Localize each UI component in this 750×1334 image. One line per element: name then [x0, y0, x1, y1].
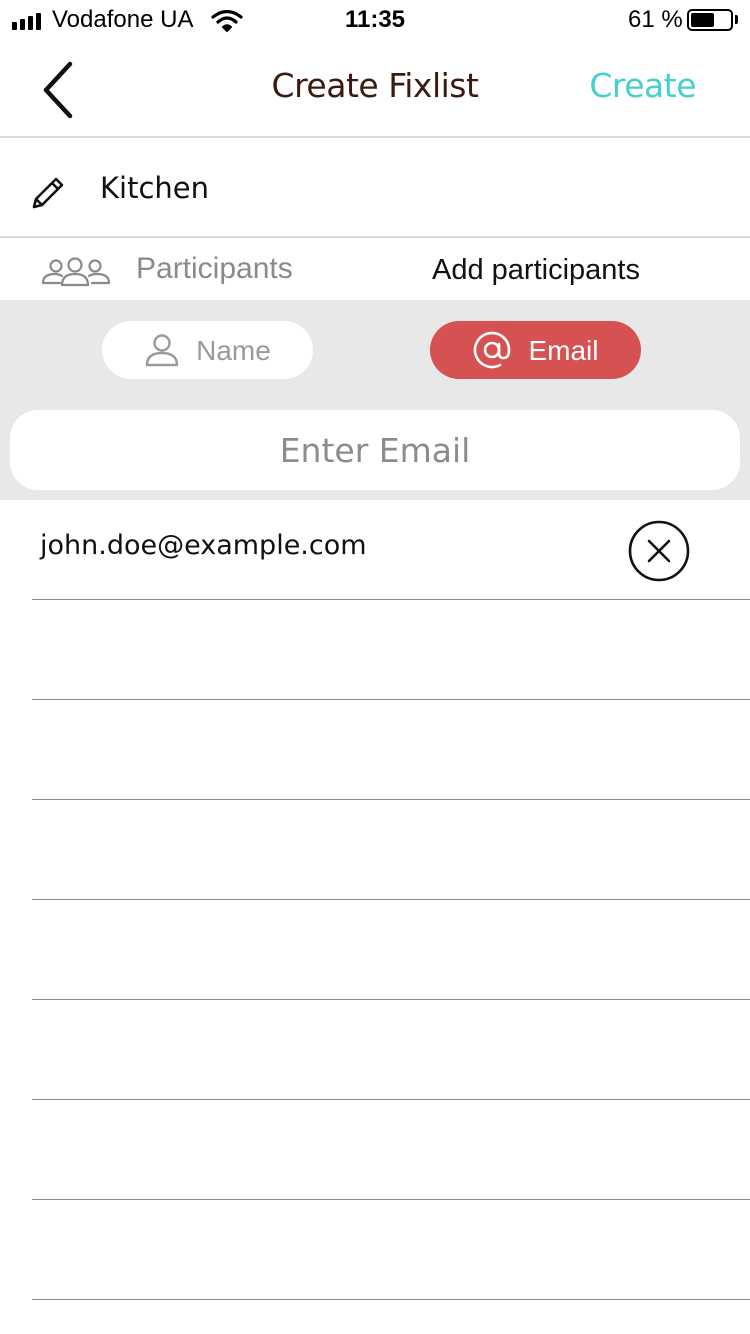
name-mode-toggle[interactable]: Name: [102, 321, 313, 379]
person-icon: [145, 334, 179, 367]
fixlist-name-row: [0, 140, 750, 238]
battery-tip: [735, 15, 738, 24]
battery-icon: [687, 9, 733, 31]
close-circle-icon[interactable]: [628, 520, 690, 582]
at-sign-icon: [474, 331, 511, 369]
battery-level: [691, 13, 714, 27]
participants-label: Participants: [136, 252, 293, 285]
email-mode-toggle[interactable]: Email: [430, 321, 641, 379]
fixlist-name-input[interactable]: [100, 166, 700, 210]
battery-percent: 61 %: [628, 6, 683, 33]
list-item: [0, 1100, 750, 1200]
list-item: [0, 700, 750, 800]
name-mode-label: Name: [196, 335, 271, 366]
add-participant-panel: Name Email: [0, 300, 750, 500]
participants-row: Participants Add participants: [0, 240, 750, 300]
email-input[interactable]: [10, 410, 740, 490]
list-item: [0, 1200, 750, 1300]
list-item: [0, 900, 750, 1000]
group-icon: [41, 257, 111, 287]
pencil-icon: [32, 177, 64, 209]
add-participants-label: Add participants: [432, 254, 640, 286]
participant-email-list: john.doe@example.com: [0, 500, 750, 1300]
email-mode-label: Email: [528, 335, 599, 366]
status-bar: Vodafone UA 11:35 61 %: [0, 0, 750, 42]
participant-email: john.doe@example.com: [40, 530, 367, 561]
list-item: [0, 600, 750, 700]
create-button[interactable]: Create: [589, 66, 696, 105]
list-item: [0, 1000, 750, 1100]
nav-bar: Create Fixlist Create: [0, 42, 750, 138]
list-item: john.doe@example.com: [0, 500, 750, 600]
list-item: [0, 800, 750, 900]
